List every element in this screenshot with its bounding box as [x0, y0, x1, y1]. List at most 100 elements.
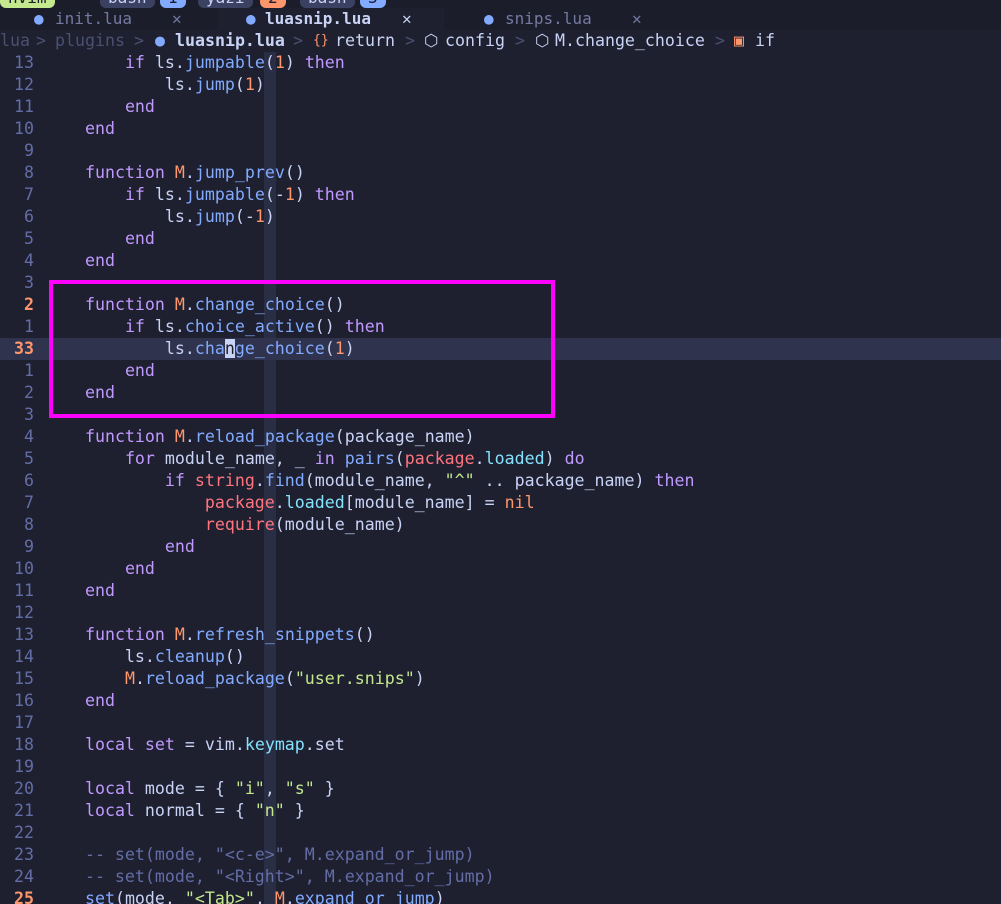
- code-token: "^": [444, 471, 475, 490]
- line-number: 12: [14, 603, 34, 622]
- breadcrumb-if[interactable]: if: [755, 30, 775, 52]
- tmux-window-item[interactable]: yazi: [198, 0, 253, 8]
- code-line[interactable]: 18 local set = vim.keymap.set: [0, 734, 1001, 756]
- code-line[interactable]: 22: [0, 822, 1001, 844]
- code-token: mode = {: [134, 779, 235, 798]
- code-editor[interactable]: 13 if ls.jumpable(1) then 12 ls.jump(1) 11…: [0, 52, 1001, 904]
- code-line[interactable]: 4 end: [0, 250, 1001, 272]
- tmux-window-item[interactable]: bash: [100, 0, 155, 8]
- code-line[interactable]: 3: [0, 404, 1001, 426]
- code-line[interactable]: 19: [0, 756, 1001, 778]
- code-text: local normal = { "n" }: [45, 800, 305, 822]
- code-token: .: [284, 889, 295, 904]
- code-line[interactable]: 13 function M.refresh_snippets(): [0, 624, 1001, 646]
- tab-snips-lua[interactable]: ● snips.lua ✕: [444, 8, 674, 30]
- breadcrumb-root[interactable]: lua: [0, 30, 30, 52]
- code-line[interactable]: 9 end: [0, 536, 1001, 558]
- breadcrumb-file[interactable]: luasnip.lua: [175, 30, 285, 52]
- code-line[interactable]: 2 end: [0, 382, 1001, 404]
- code-text: ls.change_choice(1): [45, 338, 355, 360]
- code-line[interactable]: 20 local mode = { "i", "s" }: [0, 778, 1001, 800]
- code-line[interactable]: 6 if string.find(module_name, "^" .. pac…: [0, 470, 1001, 492]
- code-token: 1: [254, 207, 265, 226]
- tab-init-lua[interactable]: ● init.lua ✕: [0, 8, 218, 30]
- code-line[interactable]: 11 end: [0, 580, 1001, 602]
- breadcrumb-separator: >: [36, 31, 46, 50]
- code-line[interactable]: 17: [0, 712, 1001, 734]
- code-line[interactable]: 7 if ls.jumpable(-1) then: [0, 184, 1001, 206]
- breadcrumb-function[interactable]: M.change_choice: [555, 30, 705, 52]
- code-line[interactable]: 12: [0, 602, 1001, 624]
- code-token: jumpable: [184, 53, 265, 72]
- code-line[interactable]: 21 local normal = { "n" }: [0, 800, 1001, 822]
- code-text: end: [45, 580, 115, 602]
- line-number: 2: [24, 295, 34, 314]
- code-line[interactable]: 5 end: [0, 228, 1001, 250]
- code-line[interactable]: 10 end: [0, 118, 1001, 140]
- breadcrumb-return[interactable]: return: [335, 30, 395, 52]
- close-icon[interactable]: ✕: [172, 8, 182, 30]
- code-line[interactable]: 13 if ls.jumpable(1) then: [0, 52, 1001, 74]
- code-token: local: [84, 735, 135, 754]
- tab-luasnip-lua[interactable]: ● luasnip.lua ✕: [218, 8, 444, 30]
- tmux-window-item[interactable]: bash: [300, 0, 355, 8]
- code-line[interactable]: 5 for module_name, _ in pairs(package.lo…: [0, 448, 1001, 470]
- tmux-window-item[interactable]: 3: [360, 0, 386, 8]
- tmux-window-item[interactable]: nvim: [0, 0, 55, 8]
- code-text: end: [45, 250, 115, 272]
- code-text: end: [45, 382, 115, 404]
- code-token: (: [394, 449, 405, 468]
- code-text: -- set(mode, "<c-e>", M.expand_or_jump): [45, 844, 475, 866]
- code-token: (: [264, 53, 275, 72]
- code-line[interactable]: 8 require(module_name): [0, 514, 1001, 536]
- code-line[interactable]: 23 -- set(mode, "<c-e>", M.expand_or_jum…: [0, 844, 1001, 866]
- current-code-line[interactable]: 33 ls.change_choice(1): [0, 338, 1001, 360]
- line-number: 4: [24, 251, 34, 270]
- tmux-window-item[interactable]: 1: [160, 0, 186, 8]
- close-icon[interactable]: ✕: [632, 8, 642, 30]
- code-line[interactable]: 12 ls.jump(1): [0, 74, 1001, 96]
- code-token: jump_prev: [194, 163, 285, 182]
- code-line[interactable]: 1 if ls.choice_active() then: [0, 316, 1001, 338]
- code-text: package.loaded[module_name] = nil: [45, 492, 535, 514]
- code-line[interactable]: 6 ls.jump(-1): [0, 206, 1001, 228]
- breadcrumb-config[interactable]: config: [445, 30, 505, 52]
- line-number: 11: [14, 97, 34, 116]
- code-line[interactable]: 2 function M.change_choice(): [0, 294, 1001, 316]
- code-token: local: [84, 779, 135, 798]
- code-token: .: [184, 427, 195, 446]
- code-token: (-: [234, 207, 255, 226]
- code-line[interactable]: 3: [0, 272, 1001, 294]
- code-token: ls.: [144, 317, 185, 336]
- code-token: set: [84, 889, 115, 904]
- code-line[interactable]: 10 end: [0, 558, 1001, 580]
- code-token: end: [124, 97, 155, 116]
- code-line[interactable]: 7 package.loaded[module_name] = nil: [0, 492, 1001, 514]
- breadcrumb-separator: >: [405, 31, 415, 50]
- code-line[interactable]: 11 end: [0, 96, 1001, 118]
- code-line[interactable]: 15 M.reload_package("user.snips"): [0, 668, 1001, 690]
- code-token: ): [434, 889, 445, 904]
- code-token: ,: [254, 889, 275, 904]
- code-line[interactable]: 14 ls.cleanup(): [0, 646, 1001, 668]
- line-number: 19: [14, 757, 34, 776]
- code-line[interactable]: 8 function M.jump_prev(): [0, 162, 1001, 184]
- code-line[interactable]: 16 end: [0, 690, 1001, 712]
- close-icon[interactable]: ✕: [402, 8, 412, 30]
- code-line[interactable]: 9: [0, 140, 1001, 162]
- code-line[interactable]: 24 -- set(mode, "<Right>", M.expand_or_j…: [0, 866, 1001, 888]
- breadcrumb-folder[interactable]: plugins: [55, 30, 125, 52]
- code-token: .: [474, 449, 485, 468]
- code-line[interactable]: 1 end: [0, 360, 1001, 382]
- code-line[interactable]: 4 function M.reload_package(package_name…: [0, 426, 1001, 448]
- code-line[interactable]: 25 set(mode, "<Tab>", M.expand_or_jump): [0, 888, 1001, 904]
- tmux-window-item[interactable]: 2: [260, 0, 286, 8]
- code-token: 1: [334, 339, 345, 358]
- line-number: 1: [24, 317, 34, 336]
